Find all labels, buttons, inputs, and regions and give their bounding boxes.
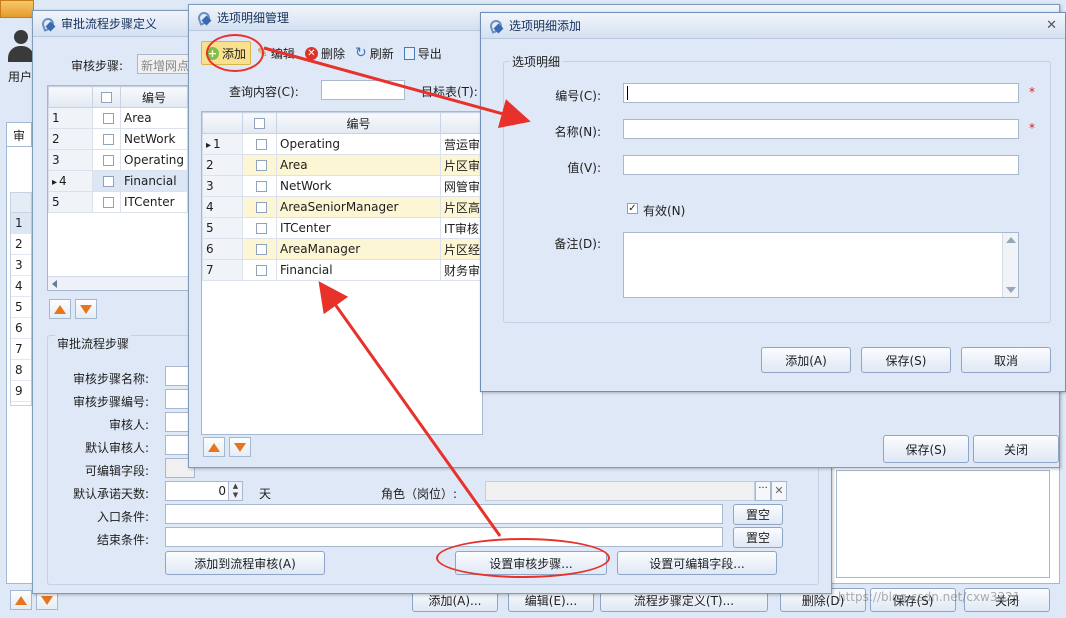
- watermark: https://blog.csdn.net/cxw3321: [838, 590, 1021, 604]
- arrow-to-add-window: [263, 46, 531, 129]
- annotation-arrows: [263, 46, 531, 537]
- arrow-to-detail-grid: [318, 281, 502, 537]
